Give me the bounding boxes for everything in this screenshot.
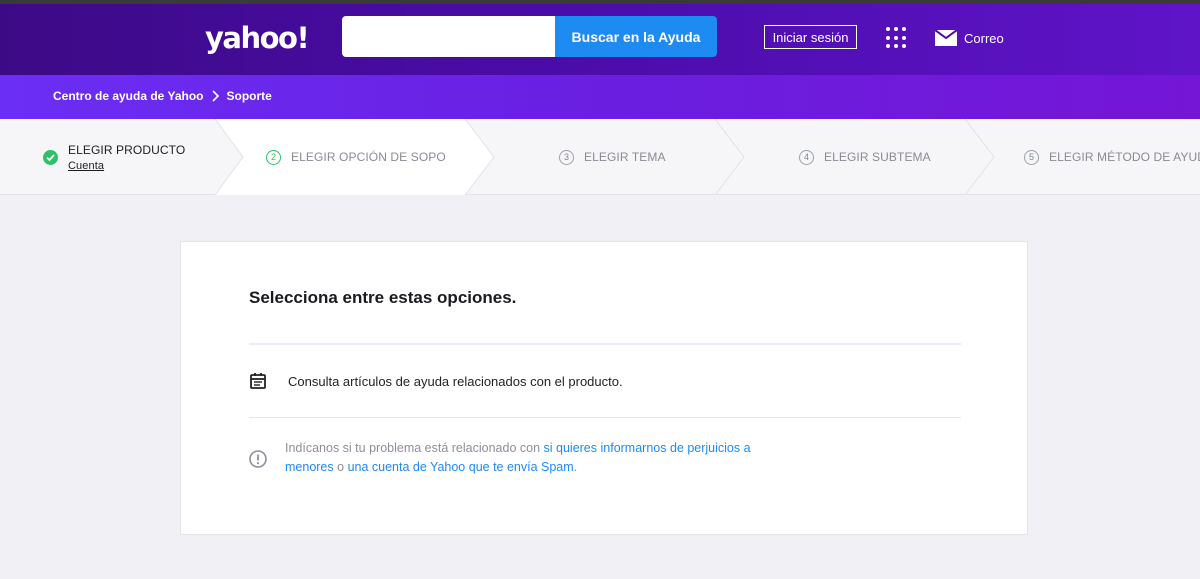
step-label: ELEGIR SUBTEMA: [824, 150, 931, 164]
breadcrumb-bar: Centro de ayuda de Yahoo Soporte: [0, 75, 1200, 119]
step-number: 5: [1024, 149, 1039, 165]
mail-link[interactable]: Correo: [935, 28, 1004, 48]
step-choose-product[interactable]: ELEGIR PRODUCTO Cuenta: [43, 119, 185, 195]
step-product-link[interactable]: Cuenta: [68, 160, 185, 172]
breadcrumb-item-help-center[interactable]: Centro de ayuda de Yahoo: [53, 89, 203, 103]
step-choose-help-method[interactable]: 5 ELEGIR MÉTODO DE AYUDA: [1024, 119, 1200, 195]
page-title: Selecciona entre estas opciones.: [249, 288, 517, 307]
info-notice: Indícanos si tu problema está relacionad…: [249, 439, 769, 477]
step-label: ELEGIR OPCIÓN DE SOPORTE: [291, 150, 446, 164]
step-choose-support-option[interactable]: 2 ELEGIR OPCIÓN DE SOPORTE: [266, 119, 446, 195]
breadcrumb-item-support[interactable]: Soporte: [226, 89, 271, 103]
info-middle: o: [337, 460, 345, 474]
info-icon: [249, 450, 267, 468]
calendar-icon: [250, 373, 266, 389]
search-input[interactable]: [342, 16, 555, 57]
step-number: 4: [799, 149, 814, 165]
apps-grid-icon[interactable]: [886, 27, 908, 49]
search-bar: Buscar en la Ayuda: [342, 16, 717, 57]
step-number: 2: [266, 149, 281, 165]
progress-steps: ELEGIR PRODUCTO Cuenta 2 ELEGIR OPCIÓN D…: [0, 119, 1200, 195]
divider: [249, 417, 961, 418]
yahoo-logo[interactable]: yahoo!: [205, 18, 310, 58]
chevron-right-icon: [212, 90, 220, 102]
signin-button[interactable]: Iniciar sesión: [764, 25, 857, 49]
step-choose-subtopic[interactable]: 4 ELEGIR SUBTEMA: [799, 119, 931, 195]
step-label: ELEGIR PRODUCTO: [68, 142, 186, 157]
step-number: 3: [559, 149, 574, 165]
info-prefix: Indícanos si tu problema está relacionad…: [285, 441, 541, 455]
mail-label: Correo: [964, 30, 1004, 46]
help-articles-option[interactable]: Consulta artículos de ayuda relacionados…: [249, 372, 623, 390]
info-text: Indícanos si tu problema está relacionad…: [285, 439, 769, 477]
option-label: Consulta artículos de ayuda relacionados…: [288, 373, 623, 389]
header: yahoo! Buscar en la Ayuda Iniciar sesión…: [0, 4, 1200, 75]
breadcrumb: Centro de ayuda de Yahoo Soporte: [53, 89, 272, 103]
check-circle-icon: [43, 149, 58, 165]
envelope-icon: [935, 30, 957, 46]
search-button[interactable]: Buscar en la Ayuda: [555, 16, 717, 57]
spam-account-link[interactable]: una cuenta de Yahoo que te envía Spam: [348, 460, 574, 474]
step-label: ELEGIR TEMA: [584, 150, 666, 164]
step-label: ELEGIR MÉTODO DE AYUDA: [1049, 150, 1200, 164]
divider: [249, 343, 961, 345]
options-card: Selecciona entre estas opciones. Consult…: [180, 241, 1028, 535]
info-suffix: .: [573, 460, 578, 474]
step-choose-topic[interactable]: 3 ELEGIR TEMA: [559, 119, 666, 195]
